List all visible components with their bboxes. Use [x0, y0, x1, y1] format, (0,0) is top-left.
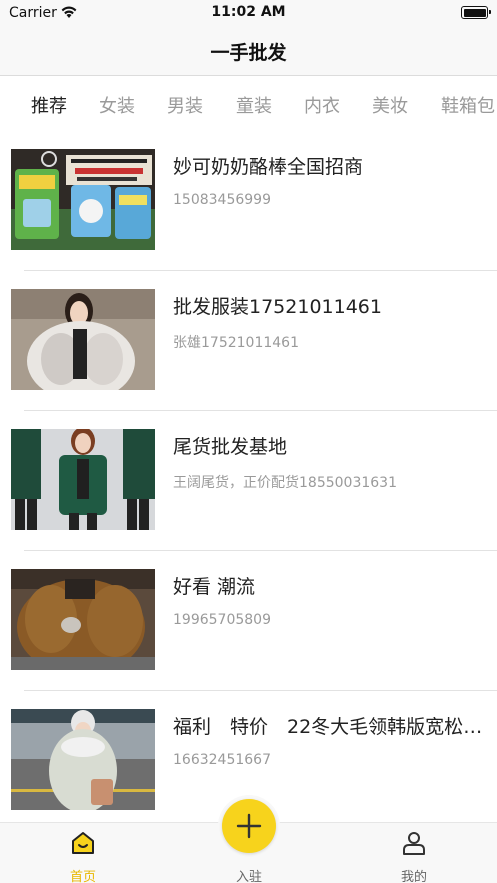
tab-underwear[interactable]: 内衣: [304, 92, 340, 118]
merchant-contact: 张雄17521011461: [173, 335, 299, 351]
tabbar-mine[interactable]: 我的: [374, 823, 454, 883]
merchant-contact: 16632451667: [173, 752, 271, 768]
merchant-name: 福利 特价 22冬大毛领韩版宽松羽绒服: [173, 716, 483, 738]
tab-recommend[interactable]: 推荐: [31, 92, 67, 118]
list-item[interactable]: 妙可奶奶酪棒全国招商 15083456999: [0, 131, 497, 271]
profile-icon: [403, 832, 425, 855]
tab-beauty[interactable]: 美妆: [372, 92, 408, 118]
merchant-name: 妙可奶奶酪棒全国招商: [173, 156, 364, 178]
tabbar-mine-label: 我的: [400, 870, 427, 883]
merchant-name: 批发服装17521011461: [173, 296, 382, 318]
status-bar: Carrier 11:02 AM: [0, 0, 497, 26]
merchant-list: 妙可奶奶酪棒全国招商 15083456999 批发服装17521011461 张…: [0, 131, 497, 811]
product-thumbnail: [11, 289, 155, 390]
tabbar-join-label: 入驻: [235, 870, 262, 883]
merchant-name: 好看 潮流: [173, 576, 256, 598]
tab-shoes-bags[interactable]: 鞋箱包: [441, 92, 495, 118]
list-item[interactable]: 批发服装17521011461 张雄17521011461: [0, 271, 497, 411]
list-item[interactable]: 好看 潮流 19965705809: [0, 551, 497, 691]
tab-womens[interactable]: 女装: [99, 92, 135, 118]
navigation-bar: 一手批发: [0, 26, 497, 76]
tabbar-home[interactable]: 首页: [43, 823, 123, 883]
merchant-contact: 王阔尾货，正价配货18550031631: [173, 475, 397, 491]
merchant-contact: 19965705809: [173, 612, 271, 628]
list-item[interactable]: 尾货批发基地 王阔尾货，正价配货18550031631: [0, 411, 497, 551]
tab-kids[interactable]: 童装: [236, 92, 272, 118]
tabbar-home-label: 首页: [69, 870, 96, 883]
plus-icon: [236, 813, 262, 839]
product-thumbnail: [11, 429, 155, 530]
product-thumbnail: [11, 149, 155, 250]
tab-mens[interactable]: 男装: [167, 92, 203, 118]
clock: 11:02 AM: [211, 4, 286, 20]
category-tabs: 推荐 女装 男装 童装 内衣 美妆 鞋箱包: [0, 77, 497, 131]
product-thumbnail: [11, 569, 155, 670]
list-item[interactable]: 福利 特价 22冬大毛领韩版宽松羽绒服 16632451667: [0, 691, 497, 811]
merchant-contact: 15083456999: [173, 192, 271, 208]
add-listing-button[interactable]: [218, 795, 280, 857]
product-thumbnail: [11, 709, 155, 810]
home-icon: [72, 832, 94, 854]
battery-icon: [461, 6, 491, 19]
page-title: 一手批发: [210, 42, 287, 64]
merchant-name: 尾货批发基地: [173, 436, 288, 458]
